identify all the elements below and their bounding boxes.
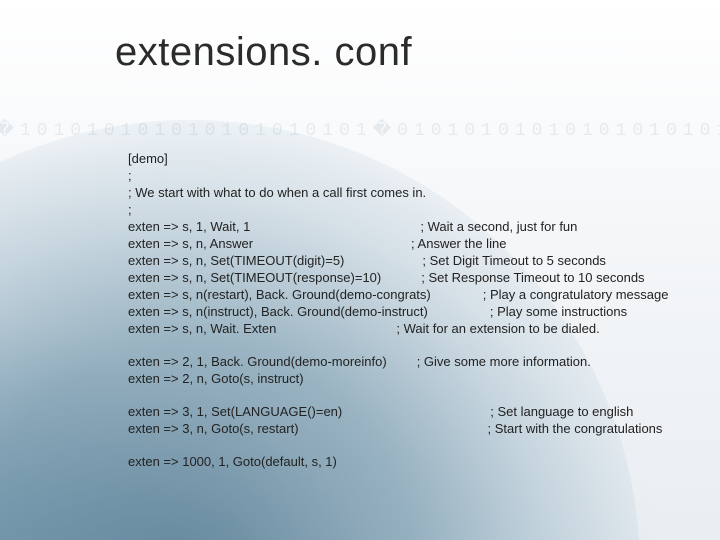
spacer	[381, 269, 421, 286]
config-comment: ; Play a congratulatory message	[483, 286, 669, 303]
comment-text: ;	[128, 201, 132, 218]
config-block: exten => 3, 1, Set(LANGUAGE()=en) ; Set …	[128, 403, 680, 437]
comment-line: ;	[128, 201, 680, 218]
config-line: exten => s, n, Answer ; Answer the line	[128, 235, 680, 252]
config-line: exten => s, n, Set(TIMEOUT(response)=10)…	[128, 269, 680, 286]
config-comment: ; Wait a second, just for fun	[420, 218, 577, 235]
config-lhs: exten => s, 1, Wait, 1	[128, 218, 250, 235]
section-header: [demo]	[128, 150, 680, 167]
spacer	[344, 252, 422, 269]
section-text: [demo]	[128, 150, 168, 167]
config-line: exten => s, 1, Wait, 1 ; Wait a second, …	[128, 218, 680, 235]
slide-body: [demo] ; ; We start with what to do when…	[128, 150, 680, 486]
config-comment: ; Set Digit Timeout to 5 seconds	[422, 252, 606, 269]
comment-line: ; We start with what to do when a call f…	[128, 184, 680, 201]
config-lhs: exten => 1000, 1, Goto(default, s, 1)	[128, 453, 337, 470]
config-line: exten => 3, n, Goto(s, restart) ; Start …	[128, 420, 680, 437]
config-lhs: exten => 2, n, Goto(s, instruct)	[128, 370, 304, 387]
config-comment: ; Start with the congratulations	[488, 420, 663, 437]
spacer	[342, 403, 490, 420]
config-line: exten => s, n(instruct), Back. Ground(de…	[128, 303, 680, 320]
spacer	[276, 320, 396, 337]
config-comment: ; Wait for an extension to be dialed.	[396, 320, 599, 337]
config-comment: ; Answer the line	[411, 235, 506, 252]
config-line: exten => 3, 1, Set(LANGUAGE()=en) ; Set …	[128, 403, 680, 420]
config-lhs: exten => s, n, Set(TIMEOUT(digit)=5)	[128, 252, 344, 269]
comment-text: ; We start with what to do when a call f…	[128, 184, 426, 201]
section-block: [demo] ; ; We start with what to do when…	[128, 150, 680, 337]
config-lhs: exten => s, n, Set(TIMEOUT(response)=10)	[128, 269, 381, 286]
config-line: exten => 2, 1, Back. Ground(demo-moreinf…	[128, 353, 680, 370]
config-lhs: exten => s, n, Wait. Exten	[128, 320, 276, 337]
config-lhs: exten => 3, 1, Set(LANGUAGE()=en)	[128, 403, 342, 420]
spacer	[387, 353, 417, 370]
config-line: exten => s, n, Set(TIMEOUT(digit)=5) ; S…	[128, 252, 680, 269]
slide-title: extensions. conf	[115, 30, 412, 75]
spacer	[250, 218, 420, 235]
config-line: exten => s, n(restart), Back. Ground(dem…	[128, 286, 680, 303]
spacer	[428, 303, 490, 320]
config-comment: ; Set Response Timeout to 10 seconds	[421, 269, 644, 286]
spacer	[299, 420, 488, 437]
config-block: exten => 2, 1, Back. Ground(demo-moreinf…	[128, 353, 680, 387]
comment-line: ;	[128, 167, 680, 184]
config-lhs: exten => s, n, Answer	[128, 235, 253, 252]
config-comment: ; Give some more information.	[417, 353, 591, 370]
slide: extensions. conf [demo] ; ; We start wit…	[0, 0, 720, 540]
config-line: exten => 1000, 1, Goto(default, s, 1)	[128, 453, 680, 470]
config-lhs: exten => 2, 1, Back. Ground(demo-moreinf…	[128, 353, 387, 370]
config-lhs: exten => s, n(instruct), Back. Ground(de…	[128, 303, 428, 320]
config-lhs: exten => s, n(restart), Back. Ground(dem…	[128, 286, 431, 303]
config-block: exten => 1000, 1, Goto(default, s, 1)	[128, 453, 680, 470]
config-comment: ; Play some instructions	[490, 303, 627, 320]
spacer	[431, 286, 483, 303]
config-comment: ; Set language to english	[490, 403, 633, 420]
config-lhs: exten => 3, n, Goto(s, restart)	[128, 420, 299, 437]
config-line: exten => 2, n, Goto(s, instruct)	[128, 370, 680, 387]
comment-text: ;	[128, 167, 132, 184]
config-line: exten => s, n, Wait. Exten ; Wait for an…	[128, 320, 680, 337]
spacer	[253, 235, 411, 252]
